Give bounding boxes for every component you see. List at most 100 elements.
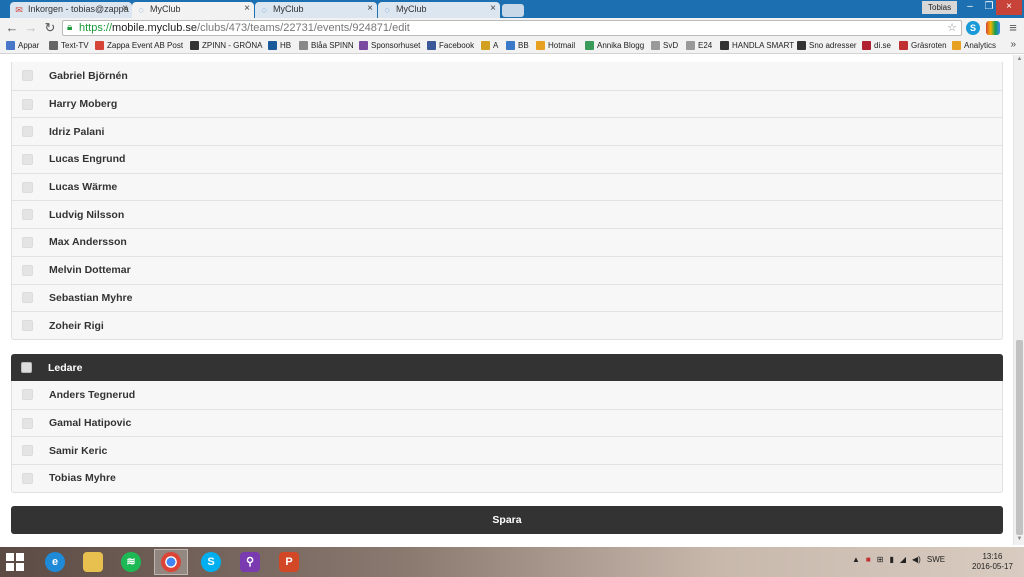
bookmark-item[interactable]: Analytics [952, 41, 996, 50]
clock-time: 13:16 [982, 552, 1003, 561]
leaders-group-header[interactable]: Ledare [11, 354, 1003, 381]
minimize-icon[interactable]: – [960, 0, 980, 15]
bookmark-item[interactable]: A [481, 41, 498, 50]
bookmark-icon [6, 41, 15, 50]
taskbar-skype[interactable]: S [194, 549, 228, 575]
leaders-group-checkbox[interactable] [21, 362, 32, 373]
bookmark-item[interactable]: Sponsorhuset [359, 41, 420, 50]
bookmark-item[interactable]: Blåa SPINN [299, 41, 354, 50]
member-checkbox[interactable] [22, 417, 33, 429]
member-checkbox[interactable] [22, 70, 33, 82]
back-icon[interactable]: ← [4, 20, 20, 36]
browser-tab-myclub-2[interactable]: ◌ MyClub × [255, 2, 377, 18]
tray-expand-icon[interactable]: ▲ [852, 555, 860, 564]
member-row[interactable]: Melvin Dottemar [12, 255, 1002, 284]
member-row[interactable]: Gamal Hatipovic [12, 408, 1002, 437]
member-checkbox[interactable] [22, 181, 33, 193]
taskbar-spotify[interactable]: ≋ [114, 549, 148, 575]
member-checkbox[interactable] [22, 153, 33, 165]
tray-windows-icon[interactable]: ⊞ [877, 555, 884, 564]
browser-tab-myclub-active[interactable]: ◌ MyClub × [132, 2, 254, 18]
browser-tab-myclub-3[interactable]: ◌ MyClub × [378, 2, 500, 18]
bookmark-item[interactable]: BB [506, 41, 529, 50]
volume-icon[interactable]: ◀) [912, 555, 921, 564]
extension-icon[interactable] [986, 21, 1000, 35]
scrollbar-thumb[interactable] [1016, 340, 1023, 535]
new-tab-button[interactable] [502, 4, 524, 17]
bookmark-item[interactable]: E24 [686, 41, 712, 50]
bookmark-item[interactable]: Facebook [427, 41, 474, 50]
bookmark-item[interactable]: Zappa Event AB Post [95, 41, 183, 50]
bookmark-item[interactable]: Text-TV [49, 41, 89, 50]
address-bar[interactable]: 🔒︎ https://mobile.myclub.se/clubs/473/tea… [62, 20, 962, 36]
bookmark-item[interactable]: Hotmail [536, 41, 575, 50]
bookmark-item[interactable]: ZPINN - GRÖNA [190, 41, 262, 50]
taskbar-search-app[interactable]: ⚲ [233, 549, 267, 575]
scroll-down-icon[interactable]: ▼ [1016, 536, 1023, 544]
bookmark-star-icon[interactable]: ☆ [947, 21, 957, 35]
member-checkbox[interactable] [22, 236, 33, 248]
bookmark-icon [359, 41, 368, 50]
member-checkbox[interactable] [22, 292, 33, 304]
member-row[interactable]: Lucas Wärme [12, 172, 1002, 201]
forward-icon[interactable]: → [23, 20, 39, 36]
bookmark-label: Annika Blogg [597, 41, 645, 50]
bookmark-item[interactable]: HB [268, 41, 291, 50]
member-checkbox[interactable] [22, 126, 33, 138]
member-row[interactable]: Lucas Engrund [12, 145, 1002, 173]
close-window-icon[interactable]: × [996, 0, 1022, 15]
member-checkbox[interactable] [22, 445, 33, 457]
browser-tab-gmail[interactable]: ✉ Inkorgen - tobias@zappa × [10, 2, 132, 18]
menu-icon[interactable]: ≡ [1005, 20, 1021, 36]
profile-button[interactable]: Tobias [922, 1, 958, 14]
tray-signal-icon[interactable]: ◢ [900, 555, 906, 564]
member-name: Idriz Palani [49, 125, 105, 138]
taskbar-chrome[interactable] [154, 549, 188, 575]
close-tab-icon[interactable]: × [490, 3, 496, 14]
member-row[interactable]: Anders Tegnerud [12, 381, 1002, 409]
member-checkbox[interactable] [22, 98, 33, 110]
close-tab-icon[interactable]: × [367, 3, 373, 14]
bookmark-item[interactable]: Gräsroten [899, 41, 947, 50]
scroll-up-icon[interactable]: ▲ [1016, 56, 1023, 64]
bookmark-icon [651, 41, 660, 50]
member-row[interactable]: Tobias Myhre [12, 464, 1002, 492]
skype-extension-icon[interactable]: S [966, 21, 980, 35]
member-row[interactable]: Harry Moberg [12, 89, 1002, 118]
member-row[interactable]: Zoheir Rigi [12, 311, 1002, 339]
member-checkbox[interactable] [22, 264, 33, 276]
taskbar-file-explorer[interactable] [76, 549, 110, 575]
tray-network-icon[interactable]: ▮ [889, 555, 893, 564]
member-name: Anders Tegnerud [49, 388, 136, 401]
bookmark-item[interactable]: HANDLA SMART [720, 41, 794, 50]
page-scrollbar[interactable]: ▲ ▼ [1013, 55, 1024, 545]
bookmark-item[interactable]: SvD [651, 41, 678, 50]
tray-app-icon[interactable]: ■ [866, 555, 871, 564]
windows-start-icon[interactable] [6, 553, 24, 571]
member-checkbox[interactable] [22, 209, 33, 221]
reload-icon[interactable]: ↻ [42, 20, 58, 36]
more-bookmarks-icon[interactable]: » [1010, 39, 1016, 50]
bookmark-item[interactable]: Annika Blogg [585, 41, 644, 50]
gmail-icon: ✉ [15, 5, 23, 15]
member-row[interactable]: Samir Keric [12, 436, 1002, 464]
save-button[interactable]: Spara [11, 506, 1003, 534]
bookmark-item[interactable]: Appar [6, 41, 39, 50]
bookmark-label: Hotmail [548, 41, 576, 50]
bookmark-item[interactable]: di.se [862, 41, 891, 50]
taskbar-clock[interactable]: 13:16 2016-05-17 [972, 552, 1013, 572]
bookmark-item[interactable]: Sno adresser [797, 41, 857, 50]
member-checkbox[interactable] [22, 389, 33, 401]
member-row[interactable]: Max Andersson [12, 228, 1002, 256]
member-checkbox[interactable] [22, 320, 33, 332]
member-row[interactable]: Gabriel Björnén [12, 62, 1002, 90]
taskbar-powerpoint[interactable]: P [272, 549, 306, 575]
member-row[interactable]: Sebastian Myhre [12, 283, 1002, 312]
taskbar-internet-explorer[interactable]: e [38, 549, 72, 575]
close-tab-icon[interactable]: × [244, 3, 250, 14]
member-row[interactable]: Ludvig Nilsson [12, 200, 1002, 228]
member-row[interactable]: Idriz Palani [12, 117, 1002, 145]
close-tab-icon[interactable]: × [122, 3, 128, 14]
member-checkbox[interactable] [22, 472, 33, 484]
input-language[interactable]: SWE [927, 555, 945, 564]
